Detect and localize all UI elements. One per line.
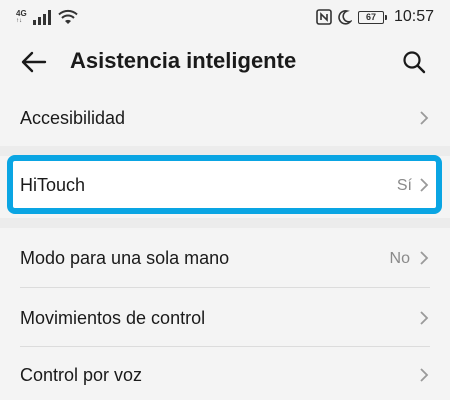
network-type-label: 4G ↑↓ bbox=[16, 9, 27, 25]
wifi-icon bbox=[57, 9, 78, 24]
battery-level: 67 bbox=[365, 12, 376, 22]
back-button[interactable] bbox=[18, 46, 50, 78]
list-item-label: HiTouch bbox=[20, 175, 86, 195]
list-item-value: Sí bbox=[396, 177, 412, 194]
chevron-right-icon bbox=[420, 368, 429, 382]
network-type: 4G bbox=[16, 9, 27, 18]
signal-icon bbox=[32, 10, 51, 25]
status-right: 67 10:57 bbox=[316, 6, 434, 28]
list-item-value: No bbox=[389, 250, 410, 267]
status-bar: 4G ↑↓ 67 10:57 bbox=[0, 0, 450, 34]
list-item-accesibilidad[interactable]: Accesibilidad bbox=[0, 90, 450, 146]
chevron-right-icon bbox=[420, 111, 429, 125]
search-button[interactable] bbox=[398, 46, 430, 78]
list-item-label: Accesibilidad bbox=[20, 108, 126, 128]
status-left: 4G ↑↓ bbox=[16, 6, 78, 28]
list-item-label: Control por voz bbox=[20, 365, 143, 385]
nfc-icon bbox=[316, 9, 332, 25]
page-title: Asistencia inteligente bbox=[70, 48, 297, 73]
moon-icon bbox=[338, 10, 352, 25]
chevron-right-icon bbox=[420, 311, 429, 325]
section-gap bbox=[0, 218, 450, 228]
app-bar: Asistencia inteligente bbox=[0, 34, 450, 90]
list-item-modo-una-mano[interactable]: Modo para una sola mano No bbox=[0, 228, 450, 286]
chevron-right-icon bbox=[420, 251, 429, 265]
battery-icon: 67 bbox=[357, 10, 387, 24]
list-item-label: Modo para una sola mano bbox=[20, 248, 230, 268]
list-item-hitouch[interactable]: HiTouch Sí bbox=[0, 155, 450, 214]
back-arrow-icon bbox=[21, 51, 47, 73]
list-item-label: Movimientos de control bbox=[20, 308, 206, 328]
network-sub: ↑↓ bbox=[16, 18, 22, 24]
clock: 10:57 bbox=[393, 8, 434, 25]
search-icon bbox=[403, 51, 426, 74]
list-item-movimientos-control[interactable]: Movimientos de control bbox=[0, 288, 450, 346]
chevron-right-icon bbox=[420, 178, 429, 192]
list-item-control-voz[interactable]: Control por voz bbox=[0, 347, 450, 400]
